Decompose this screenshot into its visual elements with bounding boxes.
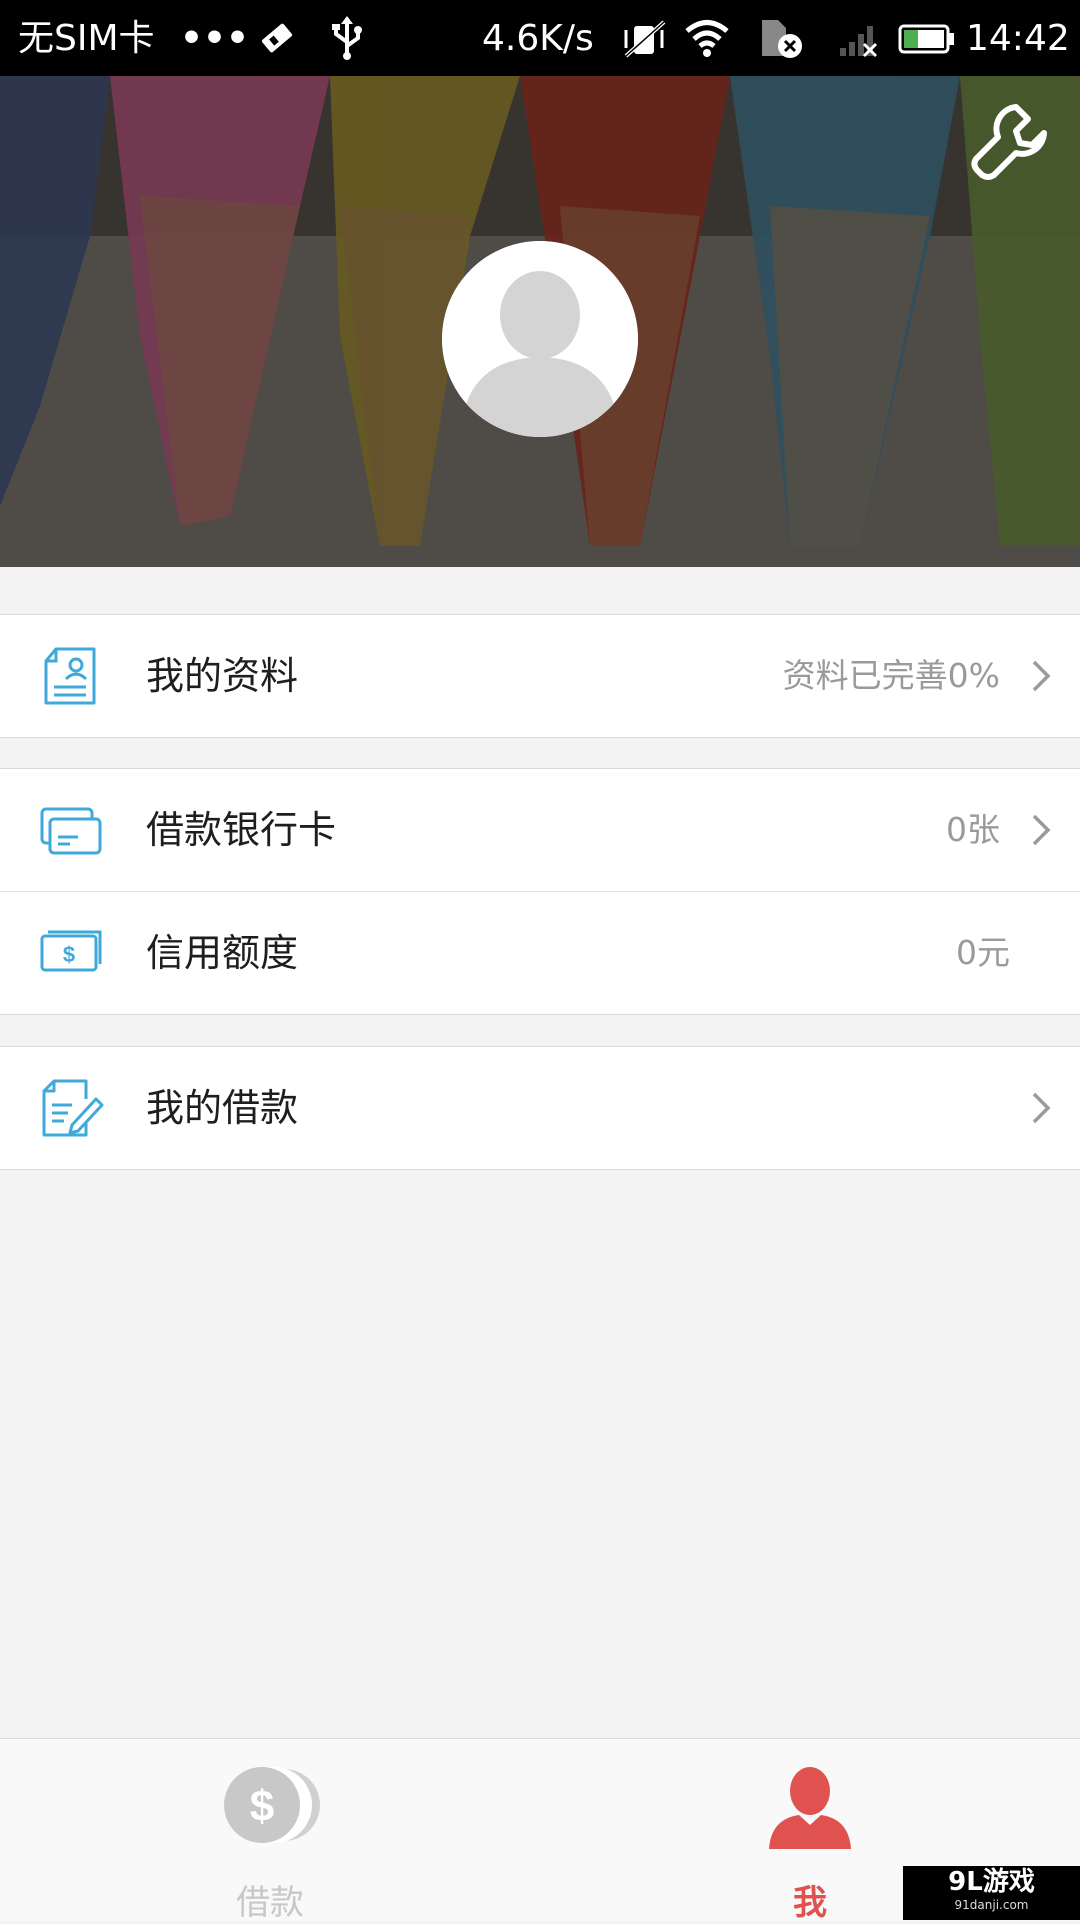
profile-completion-value: 资料已完善0% xyxy=(782,656,1000,695)
wifi-icon xyxy=(684,18,730,58)
menu-row-bank-card[interactable]: 借款银行卡 0张 xyxy=(0,769,1080,891)
money-bill-icon: $ xyxy=(40,930,102,972)
carrier-text: 无SIM卡 xyxy=(18,18,155,59)
profile-doc-icon xyxy=(44,647,96,705)
profile-section: 我的资料 资料已完善0% xyxy=(0,614,1080,738)
sim-missing-icon xyxy=(758,16,804,60)
menu-label-my-loans: 我的借款 xyxy=(146,1086,299,1130)
svg-text:$: $ xyxy=(250,1782,274,1831)
menu-label-credit-limit: 信用额度 xyxy=(146,931,299,975)
menu-row-my-loans[interactable]: 我的借款 xyxy=(0,1047,1080,1169)
debug-icon xyxy=(258,20,296,56)
credit-limit-value: 0元 xyxy=(956,933,1010,972)
signal-icon xyxy=(838,22,880,58)
usb-icon xyxy=(330,16,364,60)
tab-loan-label: 借款 xyxy=(236,1883,304,1923)
svg-text:$: $ xyxy=(63,942,75,967)
wrench-icon xyxy=(971,104,1047,180)
chevron-right-icon xyxy=(1032,814,1051,846)
menu-label-bank-card: 借款银行卡 xyxy=(146,808,337,852)
bank-card-count-value: 0张 xyxy=(946,810,1000,849)
menu-label-profile: 我的资料 xyxy=(146,654,299,698)
status-bar: 无SIM卡 ••• 4.6K/s 14:42 xyxy=(0,0,1080,76)
tab-loan[interactable]: $ 借款 xyxy=(0,1739,540,1923)
loans-section: 我的借款 xyxy=(0,1046,1080,1170)
chevron-right-icon xyxy=(1032,1092,1051,1124)
more-notifications-dots: ••• xyxy=(180,18,250,59)
coins-icon: $ xyxy=(224,1767,320,1843)
vibrate-off-icon xyxy=(622,20,668,58)
chevron-right-icon xyxy=(1032,660,1051,692)
finance-section: 借款银行卡 0张 $ 信用额度 0元 xyxy=(0,768,1080,1015)
profile-header xyxy=(0,76,1080,567)
watermark-site: 91danji.com xyxy=(954,1898,1029,1912)
edit-doc-icon xyxy=(42,1079,104,1137)
menu-row-profile[interactable]: 我的资料 资料已完善0% xyxy=(0,615,1080,737)
settings-button[interactable] xyxy=(968,101,1050,183)
person-icon xyxy=(769,1767,851,1849)
site-watermark: 9L游戏 91danji.com xyxy=(903,1866,1080,1920)
network-speed-text: 4.6K/s xyxy=(482,18,594,59)
avatar[interactable] xyxy=(442,241,638,437)
user-avatar-icon xyxy=(442,241,638,437)
battery-icon xyxy=(898,24,956,54)
menu-row-credit-limit[interactable]: $ 信用额度 0元 xyxy=(0,891,1080,1014)
bank-card-icon xyxy=(40,807,102,855)
watermark-logo: 9L游戏 xyxy=(948,1867,1035,1897)
clock-text: 14:42 xyxy=(966,18,1070,59)
